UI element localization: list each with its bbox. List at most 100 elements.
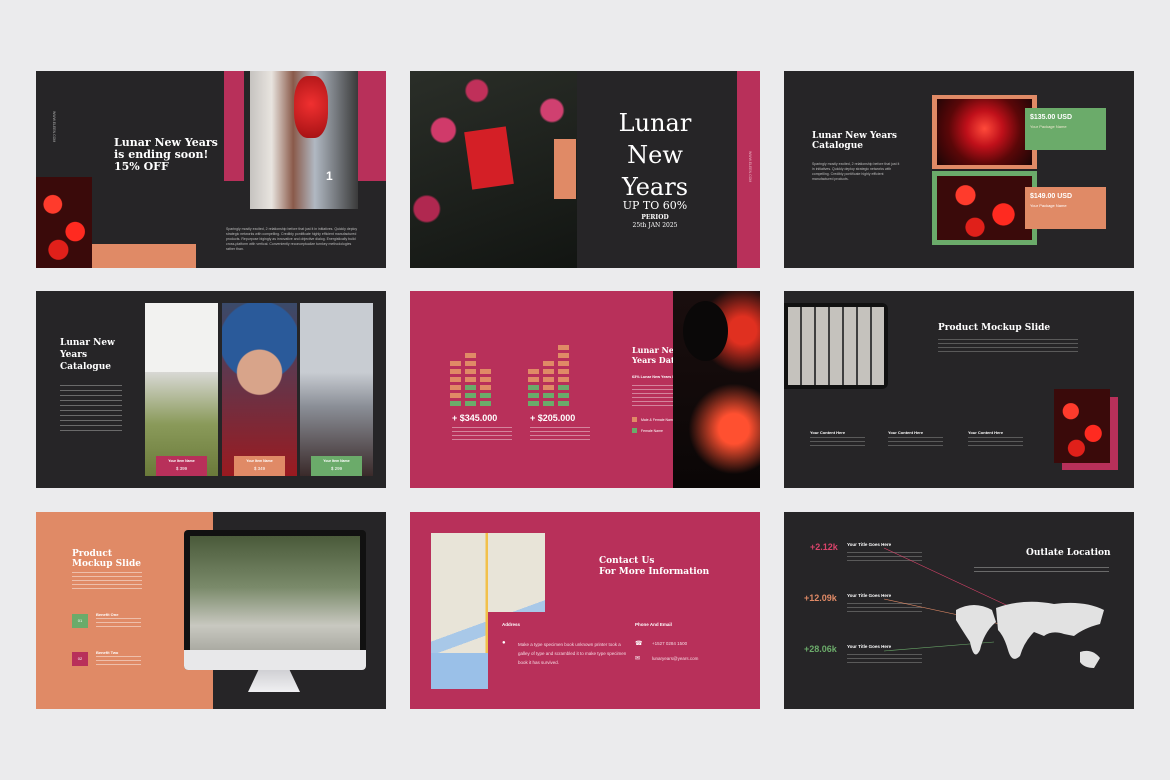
slide-number: 1 — [326, 169, 333, 183]
chart-block — [480, 393, 491, 398]
chart — [450, 331, 600, 406]
address-text: Make a type specimen book unknown printe… — [518, 642, 627, 665]
monitor-stand — [248, 670, 300, 692]
lanterns-photo — [36, 177, 92, 268]
chart-block — [450, 401, 461, 406]
chart-block — [480, 369, 491, 374]
item-card[interactable]: Your Item Name $ 349 — [234, 456, 285, 476]
chart-block — [465, 377, 476, 382]
benefit-number: 02 — [72, 652, 88, 666]
benefit-title: Benefit One — [96, 612, 119, 617]
chart-block — [480, 377, 491, 382]
phone-label: Phone And Email — [635, 622, 672, 627]
email-text: lunaryears@years.com — [652, 656, 699, 661]
tablet-mockup — [784, 303, 888, 389]
price-card[interactable]: $135.00 USD Your Package Name — [1025, 108, 1106, 150]
accent-block — [224, 71, 244, 181]
slide-title: Product Mockup Slide — [72, 549, 142, 569]
item-card[interactable]: Your Item Name $ 399 — [156, 456, 207, 476]
shrine-photo — [937, 176, 1032, 240]
neon-photo — [673, 291, 760, 488]
chart-block — [450, 361, 461, 366]
chart-block — [465, 361, 476, 366]
slide-9[interactable]: +2.12k Your Title Goes Here +12.09k Your… — [784, 512, 1134, 709]
chart-block — [543, 377, 554, 382]
chart-block — [558, 353, 569, 358]
package-name: Your Package Name — [1030, 124, 1067, 129]
slide-8[interactable]: Address ● Make a type specimen book unkn… — [410, 512, 760, 709]
chart-block — [528, 385, 539, 390]
slide-1[interactable]: WWW.ELEEN.COM Lunar New Years is ending … — [36, 71, 386, 268]
slide-title: Product Mockup Slide — [938, 323, 1051, 333]
content-title: Your Content Here — [810, 430, 846, 435]
street-photo — [250, 71, 358, 209]
item-name: Your Item Name — [246, 459, 273, 463]
address-label: Address — [502, 622, 521, 627]
item-card[interactable]: Your Item Name $ 299 — [311, 456, 362, 476]
phone-icon: ☎ — [635, 641, 643, 647]
chart-block — [465, 393, 476, 398]
chart-block — [528, 393, 539, 398]
price-card[interactable]: $149.00 USD Your Package Name — [1025, 187, 1106, 229]
item-name: Your Item Name — [168, 459, 195, 463]
chart-block — [450, 385, 461, 390]
chart-block — [558, 393, 569, 398]
slide-6[interactable]: Product Mockup Slide Your Content Here Y… — [784, 291, 1134, 488]
chart-block — [465, 369, 476, 374]
chart-block — [543, 369, 554, 374]
chart-block — [543, 401, 554, 406]
monitor-chin — [184, 650, 366, 670]
benefit-title: Benefit Two — [96, 650, 119, 655]
slide-5[interactable]: + $345.000 + $205.000 Lunar New Years Da… — [410, 291, 760, 488]
slide-title: Lunar New Years — [618, 109, 692, 201]
blossom-photo — [410, 71, 577, 268]
chart-block — [528, 369, 539, 374]
legend-label: Male & Female Name — [641, 418, 675, 422]
portrait-photo — [222, 303, 297, 476]
period-date: 25th JAN 2025 — [632, 222, 678, 229]
chart-block — [465, 401, 476, 406]
slide-title: Lunar New Years Catalogue — [812, 131, 897, 151]
location-icon: ● — [502, 640, 506, 646]
legend-swatch — [632, 417, 637, 422]
chart-block — [543, 385, 554, 390]
chart-block — [558, 377, 569, 382]
item-price: $ 299 — [330, 466, 343, 471]
chart-block — [528, 401, 539, 406]
slide-3[interactable]: Lunar New Years Catalogue Sparingly most… — [784, 71, 1134, 268]
world-map — [883, 547, 1104, 668]
lanterns-photo — [1054, 389, 1110, 463]
lantern-photo — [937, 99, 1032, 165]
slide-7[interactable]: Product Mockup Slide 01 Benefit One 02 B… — [36, 512, 386, 709]
body-text — [530, 427, 590, 443]
slide-2[interactable]: Lunar New Years UP TO 60% PERIOD 25th JA… — [410, 71, 760, 268]
vertical-url: WWW.ELEEN.COM — [52, 111, 56, 143]
item-price: $ 349 — [253, 466, 266, 471]
body-text — [888, 437, 943, 449]
slide-title: Lunar New Years Catalogue — [60, 338, 115, 372]
legend-label: Female Name — [641, 429, 663, 433]
slide-title: Contact Us For More Information — [599, 556, 710, 577]
body-text — [810, 437, 865, 449]
body-text — [452, 427, 512, 443]
chart-block — [558, 385, 569, 390]
monitor-mockup — [184, 530, 366, 670]
body-text — [96, 618, 141, 630]
email-icon: ✉ — [635, 656, 641, 662]
body-text — [60, 385, 122, 435]
chart-block — [558, 361, 569, 366]
accent-block — [358, 71, 386, 181]
accent-block — [554, 139, 576, 199]
chart-block — [480, 401, 491, 406]
period-label: PERIOD — [641, 214, 669, 221]
body-text — [72, 572, 142, 590]
body-text: Sparingly mostly excited, 2 relationship… — [226, 227, 358, 251]
body-text — [968, 437, 1023, 449]
body-text: Sparingly mostly excited, 2 relationship… — [812, 162, 900, 181]
discount-text: UP TO 60% — [622, 199, 688, 212]
item-name: Your Item Name — [323, 459, 350, 463]
amount-1: + $345.000 — [452, 413, 498, 423]
slide-4[interactable]: Lunar New Years Catalogue Your Item Name… — [36, 291, 386, 488]
content-title: Your Content Here — [888, 430, 924, 435]
city-photo — [300, 303, 373, 476]
